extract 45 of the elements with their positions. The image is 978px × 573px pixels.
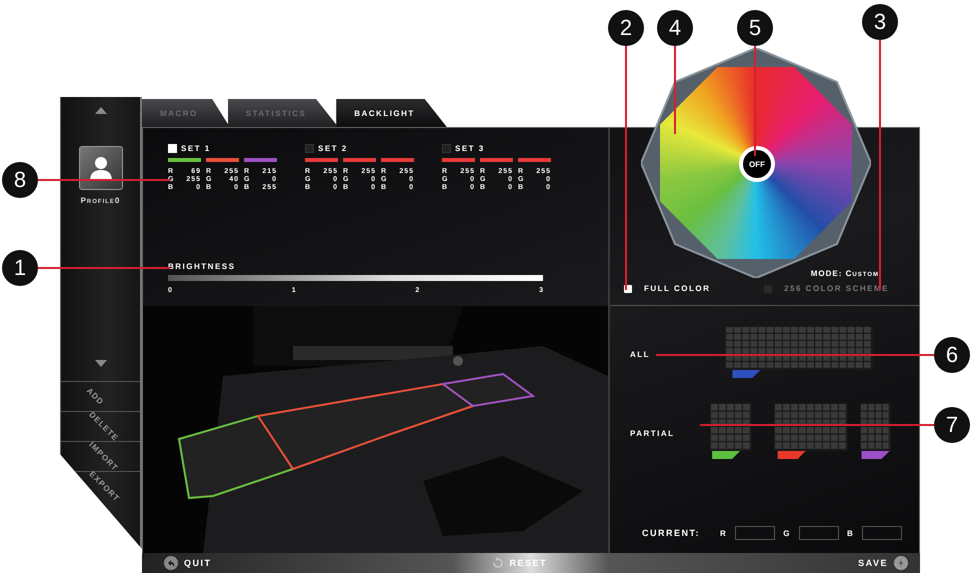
color-swatch[interactable] [442, 158, 475, 162]
color-swatch[interactable] [381, 158, 414, 162]
set-checkbox[interactable] [305, 144, 314, 152]
profile-avatar-icon[interactable] [78, 146, 122, 190]
channel-label: B [847, 528, 854, 538]
zone-label: PARTIAL [630, 429, 676, 438]
scroll-up-icon[interactable] [94, 107, 106, 114]
off-button[interactable]: OFF [739, 146, 775, 182]
color-swatch[interactable] [343, 158, 376, 162]
callout-number: 5 [737, 10, 773, 46]
save-button[interactable]: SAVE [858, 556, 908, 570]
set-label: SET 3 [455, 144, 485, 152]
reset-icon [492, 557, 504, 569]
callout-number: 8 [2, 162, 38, 198]
color-swatch[interactable] [305, 158, 338, 162]
tab[interactable]: BACKLIGHT [336, 99, 447, 127]
brightness-slider[interactable] [168, 275, 543, 281]
channel-label: R [720, 528, 728, 538]
scheme-option[interactable]: 256 COLOR SCHEME [764, 284, 889, 293]
callout-number: 3 [862, 4, 898, 40]
set-label: SET 1 [181, 144, 211, 152]
channel-input[interactable] [799, 526, 840, 540]
set-checkbox[interactable] [442, 144, 451, 152]
mode-label: MODE: Custom [810, 269, 879, 278]
color-swatch[interactable] [518, 158, 551, 162]
current-label: CURRENT: [642, 528, 700, 538]
callout-number: 6 [934, 337, 970, 373]
color-swatch[interactable] [480, 158, 513, 162]
scroll-down-icon[interactable] [94, 360, 106, 367]
channel-label: G [783, 528, 792, 538]
color-swatch[interactable] [168, 158, 201, 162]
callout-number: 7 [934, 407, 970, 443]
callout-number: 4 [657, 10, 693, 46]
save-icon [894, 556, 908, 570]
callout-number: 1 [2, 250, 38, 286]
callout-number: 2 [608, 10, 644, 46]
profile-name: Profile0 [80, 196, 120, 205]
channel-input[interactable] [862, 526, 902, 540]
set-label: SET 2 [318, 144, 348, 152]
color-swatch[interactable] [244, 158, 277, 162]
color-swatch[interactable] [206, 158, 239, 162]
brightness-label: BRIGHTNESS [168, 262, 236, 271]
quit-button[interactable]: QUIT [164, 556, 212, 570]
zone-label: ALL [630, 350, 652, 359]
channel-input[interactable] [735, 526, 776, 540]
